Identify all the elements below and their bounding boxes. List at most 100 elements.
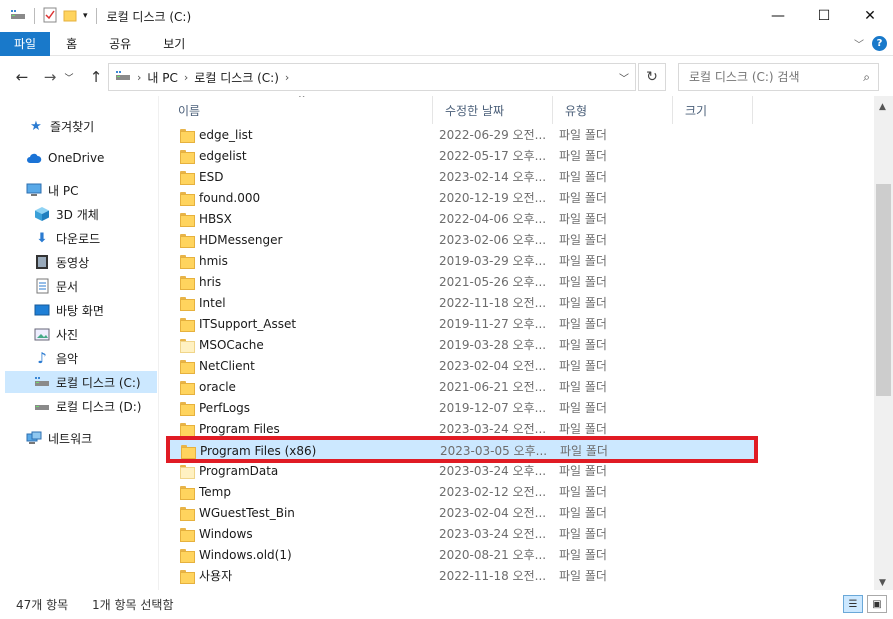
file-name: found.000: [180, 187, 430, 208]
column-type[interactable]: 유형: [553, 96, 673, 124]
nav-item-documents[interactable]: 문서: [34, 275, 78, 297]
selection-count: 1개 항목 선택함: [92, 598, 174, 612]
table-row[interactable]: edgelist 2022-05-17 오후... 파일 폴더: [166, 145, 756, 166]
table-row[interactable]: ProgramData 2023-03-24 오후... 파일 폴더: [166, 460, 756, 481]
vertical-scrollbar[interactable]: ▲ ▼: [874, 96, 893, 590]
table-row[interactable]: 사용자 2022-11-18 오전... 파일 폴더: [166, 565, 756, 586]
search-input[interactable]: [689, 70, 854, 84]
table-row[interactable]: NetClient 2023-02-04 오전... 파일 폴더: [166, 355, 756, 376]
nav-item-pictures[interactable]: 사진: [34, 323, 78, 345]
window-title: 로컬 디스크 (C:): [106, 9, 192, 24]
maximize-button[interactable]: ☐: [801, 0, 847, 32]
search-box[interactable]: ⌕: [678, 63, 879, 91]
nav-item-downloads[interactable]: ⬇ 다운로드: [34, 227, 101, 249]
folder-icon: [180, 359, 195, 374]
table-row[interactable]: HBSX 2022-04-06 오후... 파일 폴더: [166, 208, 756, 229]
breadcrumb-local-disk-c[interactable]: 로컬 디스크 (C:): [194, 69, 279, 86]
nav-item-desktop[interactable]: 바탕 화면: [34, 299, 104, 321]
help-icon[interactable]: ?: [872, 36, 887, 51]
table-row[interactable]: Windows 2023-03-24 오전... 파일 폴더: [166, 523, 756, 544]
forward-button[interactable]: →: [37, 64, 63, 90]
column-size[interactable]: 크기: [673, 96, 753, 124]
nav-item-label: 네트워크: [48, 431, 93, 446]
nav-item-music[interactable]: ♪ 음악: [34, 347, 78, 369]
file-date: 2023-03-24 오전...: [439, 527, 547, 541]
table-row[interactable]: hmis 2019-03-29 오후... 파일 폴더: [166, 250, 756, 271]
nav-item-network[interactable]: 네트워크: [26, 427, 92, 449]
table-row[interactable]: Program Files (x86) 2023-03-05 오후... 파일 폴더: [166, 439, 756, 460]
file-name: oracle: [180, 376, 430, 397]
table-row[interactable]: Intel 2022-11-18 오전... 파일 폴더: [166, 292, 756, 313]
back-button[interactable]: ←: [9, 64, 35, 90]
table-row[interactable]: oracle 2021-06-21 오전... 파일 폴더: [166, 376, 756, 397]
file-name: ESD: [180, 166, 430, 187]
large-icons-view-button[interactable]: ▣: [867, 595, 887, 613]
new-folder-icon[interactable]: [63, 8, 77, 25]
file-name-label: MSOCache: [199, 337, 264, 352]
table-row[interactable]: Windows.old(1) 2020-08-21 오후... 파일 폴더: [166, 544, 756, 565]
nav-item-label: 3D 개체: [56, 207, 99, 222]
details-view-button[interactable]: ☰: [843, 595, 863, 613]
breadcrumb-chevron-icon[interactable]: ›: [285, 71, 289, 84]
tab-home[interactable]: 홈: [50, 32, 93, 56]
file-name-label: edge_list: [199, 127, 253, 142]
scroll-thumb[interactable]: [876, 184, 891, 396]
table-row[interactable]: hris 2021-05-26 오후... 파일 폴더: [166, 271, 756, 292]
nav-item-quick-access[interactable]: ★ 즐겨찾기: [28, 115, 94, 137]
table-row[interactable]: WGuestTest_Bin 2023-02-04 오전... 파일 폴더: [166, 502, 756, 523]
minimize-button[interactable]: —: [755, 0, 801, 32]
table-row[interactable]: edge_list 2022-06-29 오전... 파일 폴더: [166, 124, 756, 145]
table-row[interactable]: Program Files 2023-03-24 오전... 파일 폴더: [166, 418, 756, 439]
table-row[interactable]: MSOCache 2019-03-28 오후... 파일 폴더: [166, 334, 756, 355]
nav-item-videos[interactable]: 동영상: [34, 251, 89, 273]
expand-ribbon-icon[interactable]: ﹀: [854, 36, 864, 51]
refresh-button[interactable]: ↻: [638, 63, 666, 91]
address-bar[interactable]: › 내 PC › 로컬 디스크 (C:) › ﹀: [108, 63, 636, 91]
pane-divider[interactable]: [158, 96, 159, 590]
nav-item-label: 동영상: [56, 255, 90, 270]
column-date[interactable]: 수정한 날짜: [433, 96, 553, 124]
column-name[interactable]: 이름: [166, 96, 433, 124]
file-name-label: HDMessenger: [199, 232, 283, 247]
quick-access-toolbar: ▾: [0, 7, 99, 26]
scroll-down-icon[interactable]: ▼: [879, 578, 886, 588]
breadcrumb-chevron-icon[interactable]: ›: [184, 71, 188, 84]
table-row[interactable]: Temp 2023-02-12 오전... 파일 폴더: [166, 481, 756, 502]
nav-item-label: 사진: [56, 327, 79, 342]
nav-item-local-disk-c[interactable]: 로컬 디스크 (C:): [5, 371, 157, 393]
file-date: 2021-05-26 오후...: [439, 275, 547, 289]
nav-item-label: 즐겨찾기: [50, 119, 95, 134]
cloud-icon: [26, 150, 42, 166]
customize-dropdown-icon[interactable]: ▾: [83, 11, 88, 21]
file-name: WGuestTest_Bin: [180, 502, 430, 523]
tab-file[interactable]: 파일: [0, 31, 51, 56]
nav-item-local-disk-d[interactable]: 로컬 디스크 (D:): [34, 395, 141, 417]
file-type: 파일 폴더: [559, 212, 607, 226]
table-row[interactable]: HDMessenger 2023-02-06 오후... 파일 폴더: [166, 229, 756, 250]
toolbar-divider: [95, 8, 97, 24]
tab-share[interactable]: 공유: [93, 32, 147, 56]
table-row[interactable]: ITSupport_Asset 2019-11-27 오후... 파일 폴더: [166, 313, 756, 334]
picture-icon: [34, 326, 50, 342]
scroll-up-icon[interactable]: ▲: [879, 102, 886, 112]
nav-item-this-pc[interactable]: 내 PC: [26, 179, 78, 201]
folder-icon: [180, 569, 195, 584]
table-row[interactable]: ESD 2023-02-14 오후... 파일 폴더: [166, 166, 756, 187]
folder-icon: [180, 527, 195, 542]
breadcrumb-this-pc[interactable]: 내 PC: [147, 69, 177, 86]
up-button[interactable]: ↑: [83, 64, 109, 90]
nav-item-3d-objects[interactable]: 3D 개체: [34, 203, 99, 225]
recent-locations-icon[interactable]: ﹀: [62, 64, 76, 90]
file-name-label: hris: [199, 274, 222, 289]
tab-view[interactable]: 보기: [147, 32, 201, 56]
nav-item-label: 바탕 화면: [56, 303, 104, 318]
address-dropdown-icon[interactable]: ﹀: [619, 70, 629, 85]
breadcrumb-chevron-icon[interactable]: ›: [137, 71, 141, 84]
close-button[interactable]: ✕: [847, 0, 893, 32]
properties-icon[interactable]: [43, 7, 57, 26]
nav-item-onedrive[interactable]: OneDrive: [26, 147, 104, 169]
table-row[interactable]: found.000 2020-12-19 오전... 파일 폴더: [166, 187, 756, 208]
table-row[interactable]: PerfLogs 2019-12-07 오후... 파일 폴더: [166, 397, 756, 418]
column-header: ^ 이름 수정한 날짜 유형 크기: [166, 96, 874, 124]
navigation-pane: ★ 즐겨찾기 OneDrive 내 PC 3D 개체 ⬇ 다운로드 동영상 문서: [0, 104, 158, 588]
